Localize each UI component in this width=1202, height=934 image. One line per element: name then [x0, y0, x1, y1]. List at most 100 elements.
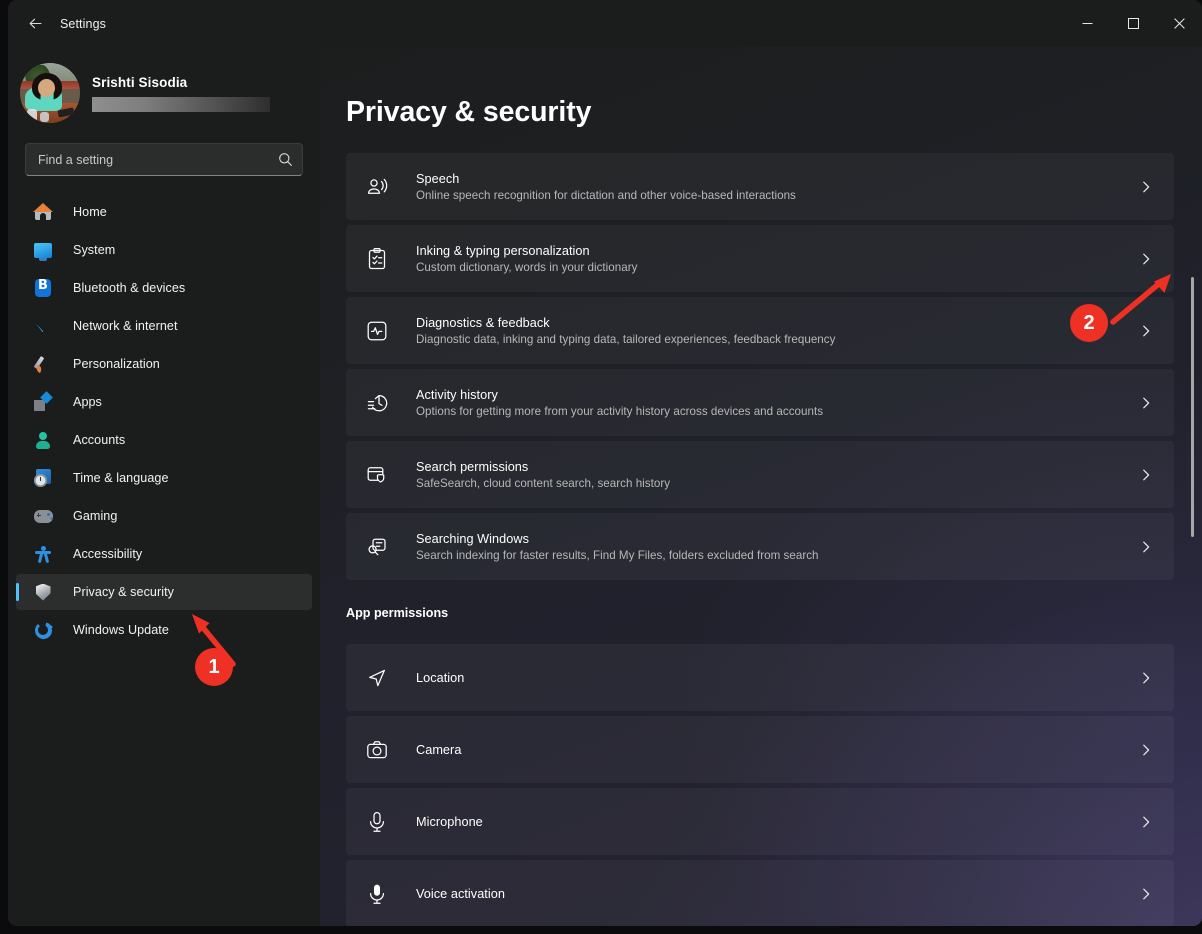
sidebar-item-label: Network & internet [73, 319, 178, 333]
sidebar-item-privacy-security[interactable]: Privacy & security [16, 574, 312, 610]
clipboard-pen-icon [364, 246, 390, 272]
maximize-button[interactable] [1110, 0, 1156, 47]
sidebar-item-network-internet[interactable]: Network & internet [16, 308, 312, 344]
chevron-right-icon[interactable] [1134, 743, 1158, 757]
sidebar-item-gaming[interactable]: Gaming [16, 498, 312, 534]
chevron-right-icon[interactable] [1134, 252, 1158, 266]
card-text: Inking & typing personalizationCustom di… [416, 244, 1134, 274]
sidebar-item-label: Time & language [73, 471, 169, 485]
sidebar-item-label: Privacy & security [73, 585, 174, 599]
sidebar-item-personalization[interactable]: Personalization [16, 346, 312, 382]
card-text: Search permissionsSafeSearch, cloud cont… [416, 460, 1134, 490]
card-subtitle: Online speech recognition for dictation … [416, 189, 1134, 202]
sidebar-item-time-language[interactable]: Time & language [16, 460, 312, 496]
card-title: Searching Windows [416, 532, 1134, 546]
gamepad-icon-wrap [33, 506, 53, 526]
system-icon [34, 243, 52, 258]
sidebar-item-label: Gaming [73, 509, 117, 523]
content-scroll-area: Privacy & security Speech Online speech r… [320, 47, 1202, 926]
card-title: Inking & typing personalization [416, 244, 1134, 258]
apps-icon [34, 393, 52, 411]
diagnostics-pulse-icon [364, 318, 390, 344]
settings-card-camera[interactable]: Camera [346, 716, 1174, 783]
card-text: Activity historyOptions for getting more… [416, 388, 1134, 418]
minimize-icon [1082, 18, 1093, 29]
page-title: Privacy & security [346, 96, 1202, 129]
settings-card-inking-typing-personalization[interactable]: Inking & typing personalizationCustom di… [346, 225, 1174, 292]
settings-card-searching-windows[interactable]: Searching WindowsSearch indexing for fas… [346, 513, 1174, 580]
account-icon-wrap [33, 430, 53, 450]
wifi-icon-wrap [33, 316, 53, 336]
card-text: Searching WindowsSearch indexing for fas… [416, 532, 1134, 562]
card-title: Camera [416, 743, 1134, 757]
chevron-right-icon[interactable] [1134, 396, 1158, 410]
sidebar-item-apps[interactable]: Apps [16, 384, 312, 420]
search-icon [278, 152, 293, 167]
sidebar-item-accounts[interactable]: Accounts [16, 422, 312, 458]
minimize-button[interactable] [1064, 0, 1110, 47]
avatar [20, 63, 80, 123]
activity-history-icon [364, 390, 390, 416]
settings-card-activity-history[interactable]: Activity historyOptions for getting more… [346, 369, 1174, 436]
settings-card-search-permissions[interactable]: Search permissionsSafeSearch, cloud cont… [346, 441, 1174, 508]
sidebar: Srishti Sisodia HomeSystemBluetooth & de… [8, 47, 320, 926]
update-icon-wrap [33, 620, 53, 640]
sidebar-item-label: Accounts [73, 433, 125, 447]
account-icon [35, 432, 51, 449]
settings-card-list: Speech Online speech recognition for dict… [320, 153, 1202, 580]
accessibility-icon-wrap [33, 544, 53, 564]
sidebar-item-windows-update[interactable]: Windows Update [16, 612, 312, 648]
settings-card-speech[interactable]: Speech Online speech recognition for dict… [346, 153, 1174, 220]
settings-card-location[interactable]: Location [346, 644, 1174, 711]
wifi-icon [34, 320, 52, 333]
card-title: Search permissions [416, 460, 1134, 474]
settings-card-voice-activation[interactable]: Voice activation [346, 860, 1174, 926]
back-arrow-icon [27, 15, 44, 32]
scrollbar-thumb[interactable] [1191, 277, 1194, 537]
settings-card-diagnostics-feedback[interactable]: Diagnostics & feedbackDiagnostic data, i… [346, 297, 1174, 364]
chevron-right-icon[interactable] [1134, 540, 1158, 554]
chevron-right-icon[interactable] [1134, 815, 1158, 829]
apps-icon-wrap [33, 392, 53, 412]
search-input[interactable] [38, 153, 278, 167]
chevron-right-icon[interactable] [1134, 324, 1158, 338]
chevron-right-icon[interactable] [1134, 180, 1158, 194]
card-title: Location [416, 671, 1134, 685]
searching-windows-icon [364, 534, 390, 560]
sidebar-item-label: Personalization [73, 357, 160, 371]
home-icon [34, 204, 52, 220]
sidebar-item-accessibility[interactable]: Accessibility [16, 536, 312, 572]
card-text: Voice activation [416, 887, 1134, 901]
sidebar-item-label: Windows Update [73, 623, 169, 637]
profile-email-redacted [92, 97, 270, 112]
accessibility-icon [35, 546, 51, 563]
app-title: Settings [60, 17, 106, 31]
close-button[interactable] [1156, 0, 1202, 47]
shield-icon-wrap [33, 582, 53, 602]
sidebar-item-home[interactable]: Home [16, 194, 312, 230]
window-body: Srishti Sisodia HomeSystemBluetooth & de… [8, 47, 1202, 926]
chevron-right-icon[interactable] [1134, 887, 1158, 901]
shield-icon [36, 584, 51, 601]
sidebar-item-bluetooth-devices[interactable]: Bluetooth & devices [16, 270, 312, 306]
chevron-right-icon[interactable] [1134, 468, 1158, 482]
card-title: Activity history [416, 388, 1134, 402]
home-icon-wrap [33, 202, 53, 222]
update-icon [35, 622, 52, 639]
card-text: Diagnostics & feedbackDiagnostic data, i… [416, 316, 1134, 346]
sidebar-item-label: Apps [73, 395, 102, 409]
bluetooth-icon [35, 279, 51, 297]
card-subtitle: Diagnostic data, inking and typing data,… [416, 333, 1134, 346]
chevron-right-icon[interactable] [1134, 671, 1158, 685]
back-button[interactable] [18, 9, 52, 39]
settings-card-microphone[interactable]: Microphone [346, 788, 1174, 855]
card-title: Speech [416, 172, 1134, 186]
user-profile[interactable]: Srishti Sisodia [8, 47, 320, 125]
maximize-icon [1128, 18, 1139, 29]
search-box[interactable] [25, 143, 303, 176]
sidebar-item-system[interactable]: System [16, 232, 312, 268]
card-text: Camera [416, 743, 1134, 757]
content-scrollbar[interactable] [1187, 47, 1199, 926]
paintbrush-icon [34, 355, 52, 373]
window-controls [1064, 0, 1202, 47]
